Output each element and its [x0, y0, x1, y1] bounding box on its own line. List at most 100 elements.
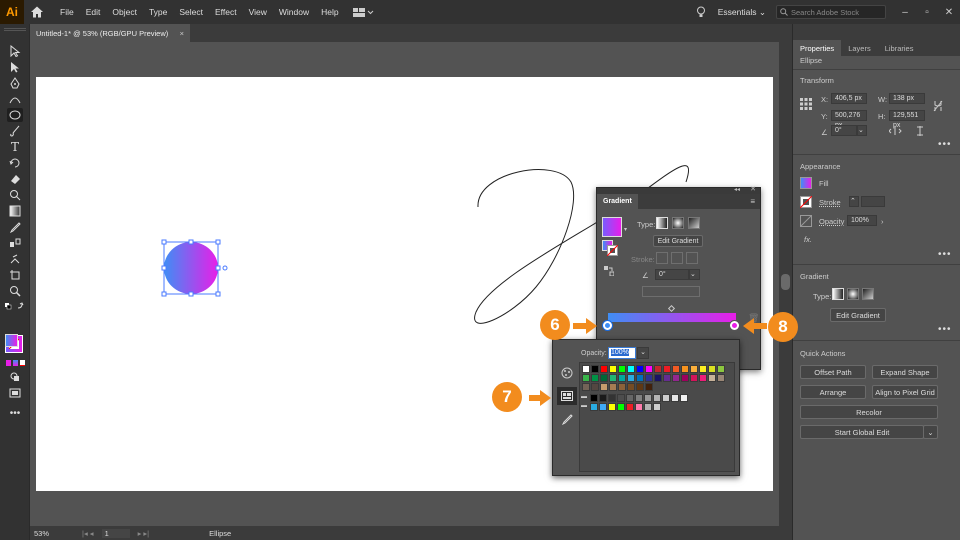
color-swatch[interactable] [681, 374, 689, 382]
color-swatch[interactable] [690, 374, 698, 382]
stroke-weight-field[interactable] [861, 196, 885, 207]
global-edit-options-button[interactable]: ⌄ [923, 425, 938, 439]
rotation-dropdown[interactable]: ⌄ [857, 125, 867, 136]
zoom-tool-icon[interactable] [8, 284, 22, 298]
gradient-preset-dropdown[interactable]: ▾ [624, 226, 627, 233]
artboard-number[interactable]: 1 [101, 528, 130, 538]
color-swatch[interactable] [599, 394, 607, 402]
menu-effect[interactable]: Effect [209, 7, 243, 17]
recolor-button[interactable]: Recolor [800, 405, 938, 419]
color-swatch[interactable] [627, 383, 635, 391]
color-swatch[interactable] [663, 365, 671, 373]
color-swatch[interactable] [653, 394, 661, 402]
arrange-documents-button[interactable] [352, 7, 374, 17]
color-swatch[interactable] [663, 374, 671, 382]
color-swatch[interactable] [618, 383, 626, 391]
expand-shape-button[interactable]: Expand Shape [872, 365, 938, 379]
x-field[interactable]: 406,5 px [831, 93, 867, 104]
color-swatch[interactable] [590, 403, 598, 411]
swatches-view-icon[interactable] [557, 387, 577, 405]
tab-layers[interactable]: Layers [841, 40, 878, 56]
color-swatch[interactable] [680, 394, 688, 402]
document-tab[interactable]: Untitled-1* @ 53% (RGB/GPU Preview) × [30, 24, 190, 42]
color-swatch[interactable] [644, 403, 652, 411]
tab-properties[interactable]: Properties [793, 40, 842, 56]
gradient-ellipse[interactable] [164, 242, 218, 294]
color-swatch[interactable] [635, 403, 643, 411]
color-swatch[interactable] [591, 374, 599, 382]
stroke-label[interactable]: Stroke [819, 198, 841, 207]
scroll-thumb[interactable] [781, 274, 790, 290]
color-swatch[interactable] [672, 365, 680, 373]
arrange-button[interactable]: Arrange [800, 385, 866, 399]
more-tools-icon[interactable]: ••• [8, 406, 22, 420]
color-swatch[interactable] [626, 403, 634, 411]
color-swatch[interactable] [645, 374, 653, 382]
default-colors-icon[interactable] [4, 302, 26, 310]
color-swatch[interactable] [636, 383, 644, 391]
freeform-type-button[interactable] [688, 217, 700, 229]
color-swatch[interactable] [654, 365, 662, 373]
color-swatch[interactable] [627, 365, 635, 373]
radial-type-button[interactable] [672, 217, 684, 229]
maximize-button[interactable]: ▫ [916, 7, 938, 18]
h-field[interactable]: 129,551 px [889, 110, 925, 129]
color-swatch[interactable] [582, 365, 590, 373]
gradient-more-icon[interactable]: ••• [938, 324, 952, 335]
color-swatch[interactable] [662, 394, 670, 402]
vertical-scrollbar[interactable] [779, 42, 792, 526]
w-field[interactable]: 138 px [889, 93, 925, 104]
toolbar-grip[interactable] [4, 28, 26, 31]
color-mixer-icon[interactable] [558, 364, 576, 382]
transform-more-icon[interactable]: ••• [938, 139, 952, 150]
color-swatch[interactable] [653, 403, 661, 411]
color-swatch[interactable] [609, 365, 617, 373]
gradient-preview-swatch[interactable] [602, 217, 622, 237]
selection-tool-icon[interactable] [8, 44, 22, 58]
curvature-tool-icon[interactable] [8, 92, 22, 106]
color-swatch[interactable] [636, 365, 644, 373]
color-swatch[interactable] [717, 365, 725, 373]
edit-gradient-button[interactable]: Edit Gradient [830, 308, 886, 322]
shape-builder-tool-icon[interactable] [8, 188, 22, 202]
color-swatch[interactable] [645, 383, 653, 391]
menu-help[interactable]: Help [315, 7, 344, 17]
paintbrush-tool-icon[interactable] [8, 124, 22, 138]
gradient-angle-field[interactable]: 0° [655, 269, 689, 280]
color-swatch[interactable] [608, 403, 616, 411]
color-swatch[interactable] [626, 394, 634, 402]
close-window-button[interactable]: ✕ [938, 7, 960, 18]
close-tab-icon[interactable]: × [180, 29, 184, 38]
next-artboard-icon[interactable]: ▸ ▸| [138, 529, 150, 538]
color-swatch[interactable] [590, 394, 598, 402]
color-swatch[interactable] [645, 365, 653, 373]
offset-path-button[interactable]: Offset Path [800, 365, 866, 379]
artboard-tool-icon[interactable] [8, 268, 22, 282]
menu-object[interactable]: Object [106, 7, 143, 17]
zoom-level[interactable]: 53% [34, 529, 68, 538]
stroke-none-swatch[interactable] [800, 196, 812, 208]
color-swatch[interactable] [608, 394, 616, 402]
drawing-mode-icon[interactable] [8, 370, 22, 384]
search-stock-input[interactable]: Search Adobe Stock [776, 5, 886, 19]
color-swatch[interactable] [635, 394, 643, 402]
screen-mode-icon[interactable] [8, 386, 22, 400]
color-swatch[interactable] [618, 365, 626, 373]
gradient-stop-end[interactable] [730, 321, 739, 330]
color-swatch[interactable] [627, 374, 635, 382]
color-swatch[interactable] [617, 403, 625, 411]
color-swatch[interactable] [636, 374, 644, 382]
color-swatch[interactable] [699, 374, 707, 382]
ellipse-tool-icon[interactable] [7, 108, 23, 122]
gradient-midpoint[interactable] [667, 304, 676, 313]
linear-gradient-button[interactable] [832, 288, 844, 300]
opacity-chevron-icon[interactable]: › [881, 217, 884, 226]
eyedropper-tool-icon[interactable] [8, 220, 22, 234]
panel-menu-icon[interactable]: ≡ [750, 197, 755, 206]
align-pixel-grid-button[interactable]: Align to Pixel Grid [872, 385, 938, 399]
color-swatch[interactable] [609, 383, 617, 391]
menu-file[interactable]: File [54, 7, 80, 17]
color-swatch[interactable] [654, 374, 662, 382]
color-swatch[interactable] [617, 394, 625, 402]
rotate-tool-icon[interactable] [8, 156, 22, 170]
